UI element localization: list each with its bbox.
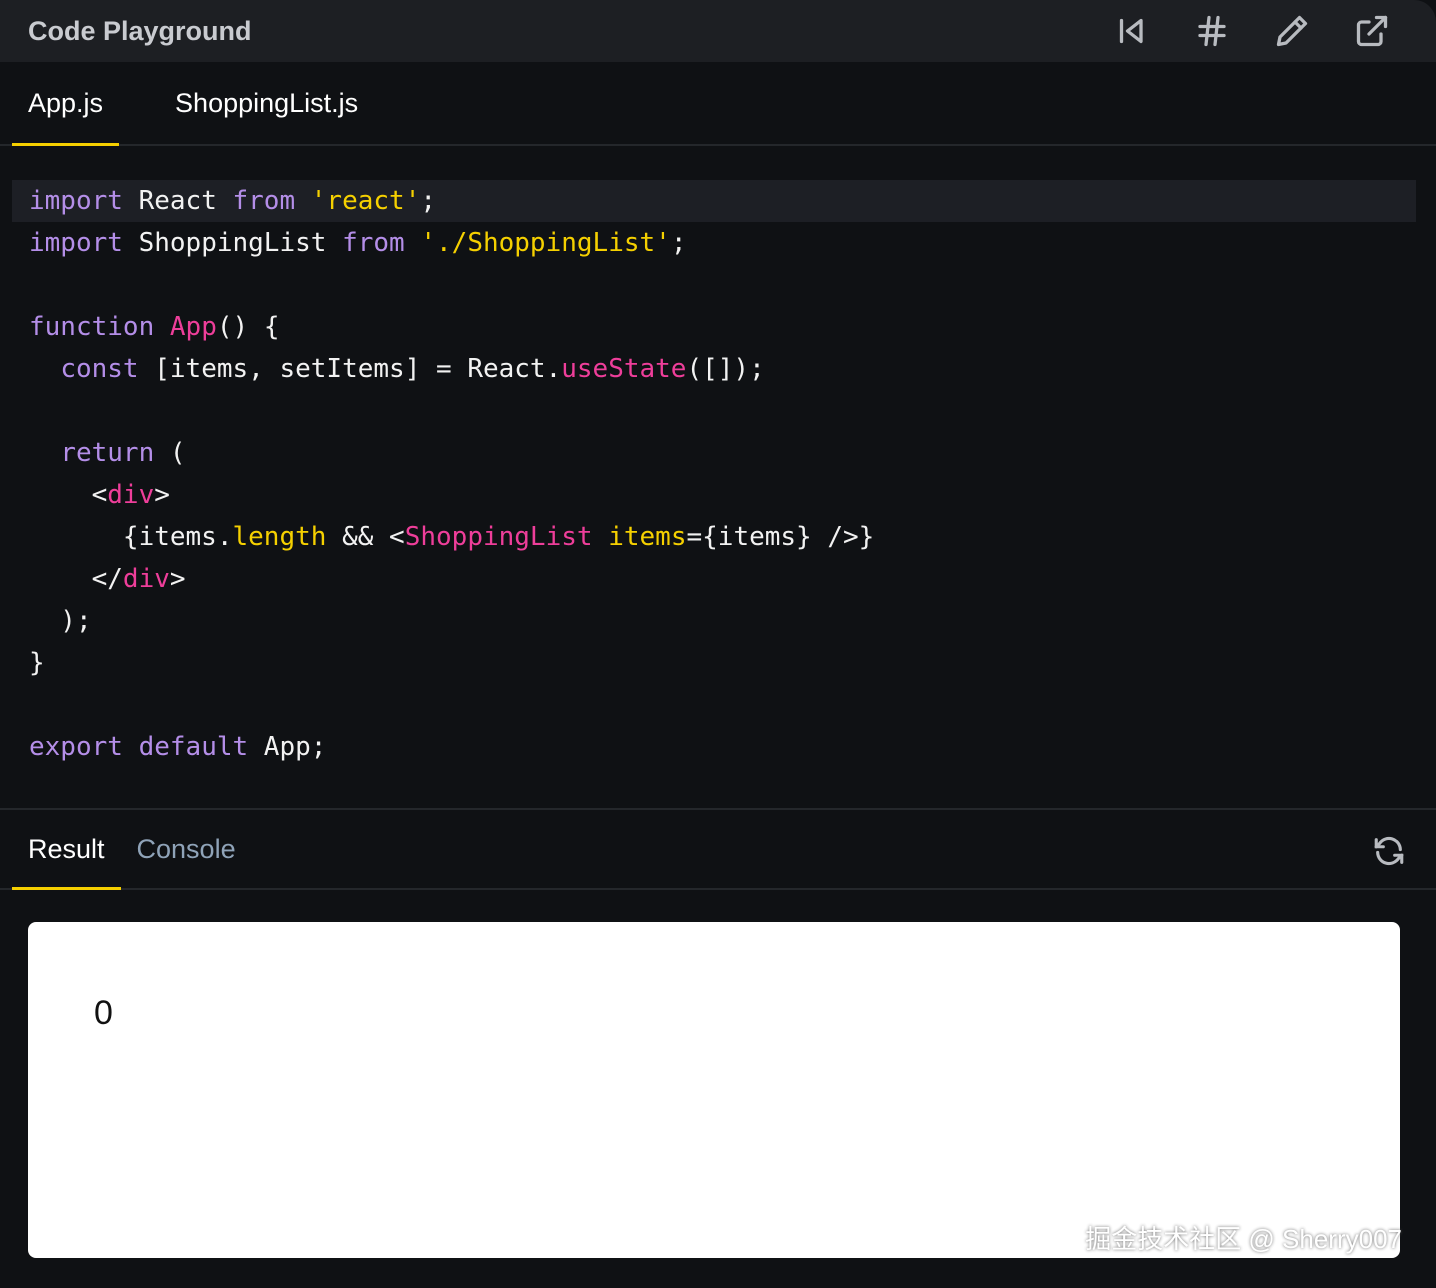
code-line: const [items, setItems] = React.useState… [60,354,765,384]
skip-back-icon[interactable] [1114,13,1150,49]
title-bar: Code Playground [0,0,1436,62]
code-line: <div> [29,480,170,510]
tab-app-js[interactable]: App.js [12,88,120,146]
app-title: Code Playground [28,15,252,46]
code-line: } [29,648,45,678]
watermark: 掘金技术社区 @ Sherry007 [1085,1224,1402,1254]
file-tabs: App.js ShoppingList.js [0,62,1436,146]
code-line: return ( [60,438,186,468]
code-editor[interactable]: import React from 'react'; import Shoppi… [0,146,1436,768]
result-preview: 0 [28,922,1400,1258]
code-line: export default App; [29,732,327,762]
tab-shoppinglist-js[interactable]: ShoppingList.js [159,88,374,146]
code-line: ); [29,606,92,636]
result-output: 0 [94,994,113,1032]
refresh-icon[interactable] [1372,834,1406,868]
tab-result[interactable]: Result [12,834,121,890]
external-link-icon[interactable] [1354,13,1390,49]
result-tabs: Result Console [0,808,1436,890]
hash-icon[interactable] [1194,13,1230,49]
code-line: </div> [29,564,186,594]
code-line: import ShoppingList from './ShoppingList… [29,228,687,258]
code-line: function App() { [29,312,280,342]
pencil-icon[interactable] [1274,13,1310,49]
code-line: import React from 'react'; [12,180,1416,222]
tab-console[interactable]: Console [121,834,252,890]
code-line: {items.length && <ShoppingList items={it… [29,522,875,552]
